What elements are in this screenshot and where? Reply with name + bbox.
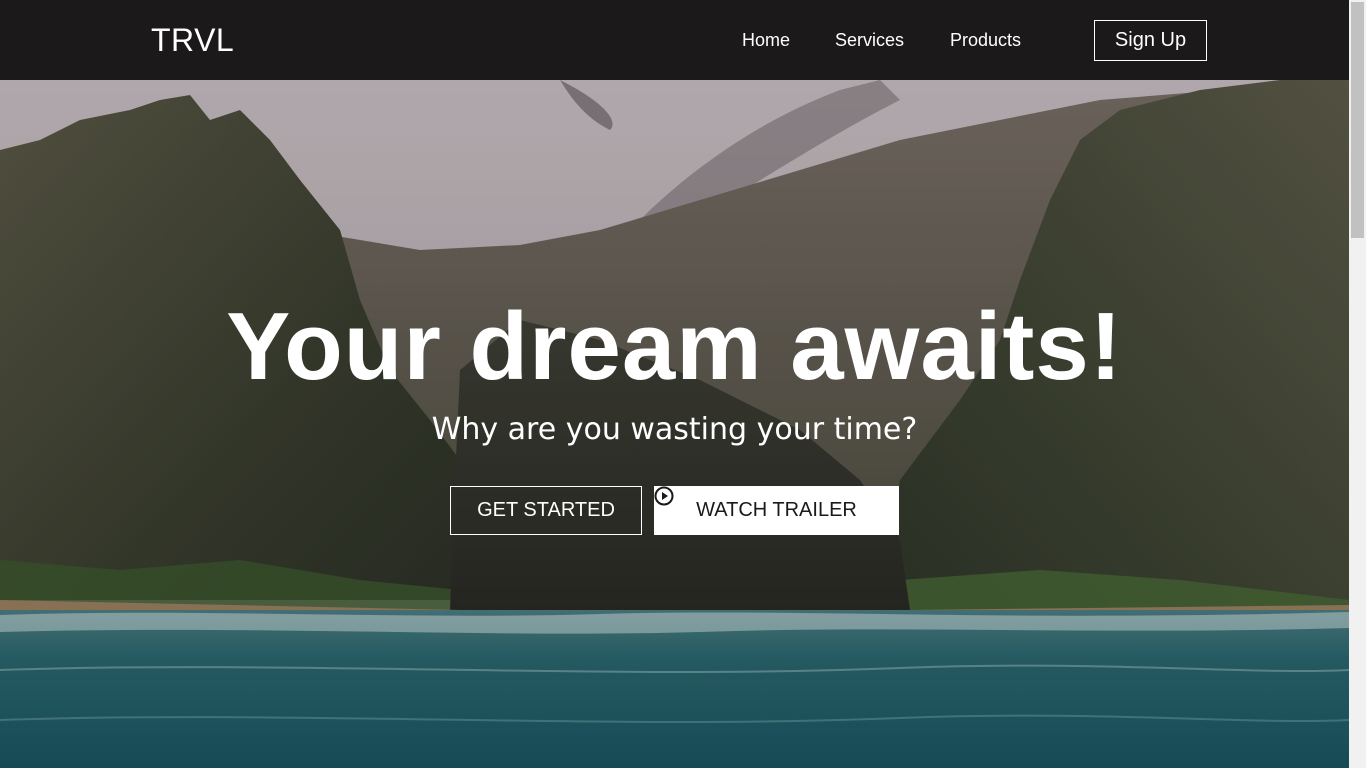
hero-section: Your dream awaits! Why are you wasting y… [0,80,1349,768]
hero-subheadline: Why are you wasting your time? [431,412,918,447]
sign-up-button[interactable]: Sign Up [1094,20,1207,61]
get-started-button[interactable]: GET STARTED [450,486,642,535]
watch-trailer-button[interactable]: WATCH TRAILER [654,486,899,535]
nav-link-home[interactable]: Home [742,28,790,52]
nav-link-services[interactable]: Services [835,28,904,52]
scrollbar-thumb[interactable] [1351,2,1364,238]
nav-link-products[interactable]: Products [950,28,1021,52]
watch-trailer-label: WATCH TRAILER [696,499,857,521]
play-circle-icon [654,486,674,506]
navbar: TRVL Home Services Products Sign Up [0,0,1349,80]
logo[interactable]: TRVL [151,21,234,59]
hero-headline: Your dream awaits! [226,293,1123,400]
page-scrollbar[interactable] [1349,0,1366,768]
